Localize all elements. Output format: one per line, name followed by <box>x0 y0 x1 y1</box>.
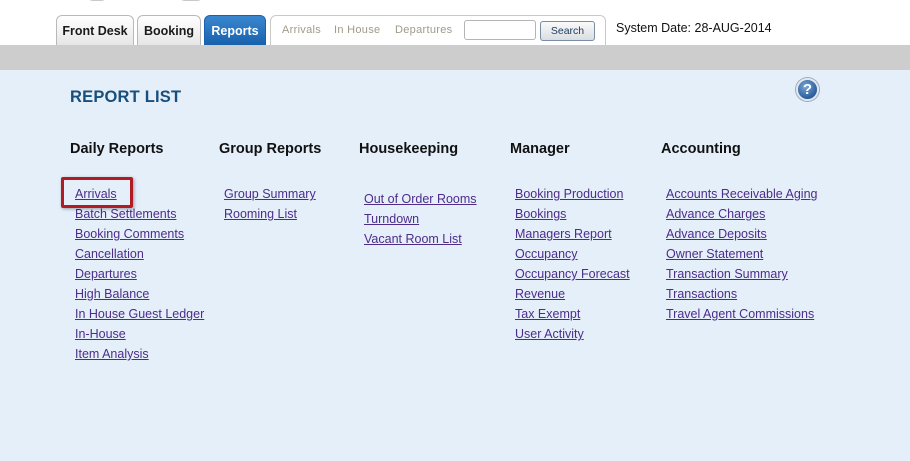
system-date: System Date: 28-AUG-2014 <box>616 21 772 35</box>
report-list-panel: REPORT LIST ? Daily Reports Group Report… <box>0 70 910 461</box>
report-link-owner-statement[interactable]: Owner Statement <box>666 247 763 261</box>
quick-link-arrivals[interactable]: Arrivals <box>282 24 321 36</box>
report-link-departures[interactable]: Departures <box>75 267 137 281</box>
report-link-bookings[interactable]: Bookings <box>515 207 566 221</box>
report-link-booking-production[interactable]: Booking Production <box>515 187 623 201</box>
report-link-transactions[interactable]: Transactions <box>666 287 737 301</box>
report-link-advance-deposits[interactable]: Advance Deposits <box>666 227 767 241</box>
report-link-managers-report[interactable]: Managers Report <box>515 227 612 241</box>
tab-booking[interactable]: Booking <box>137 15 201 45</box>
report-link-accounts-receivable-aging[interactable]: Accounts Receivable Aging <box>666 187 817 201</box>
tab-front-desk[interactable]: Front Desk <box>56 15 134 45</box>
report-link-travel-agent-commissions[interactable]: Travel Agent Commissions <box>666 307 814 321</box>
question-circle-icon[interactable]: ? <box>796 78 819 101</box>
report-link-transaction-summary[interactable]: Transaction Summary <box>666 267 788 281</box>
report-link-out-of-order-rooms[interactable]: Out of Order Rooms <box>364 192 477 206</box>
report-link-high-balance[interactable]: High Balance <box>75 287 149 301</box>
column-heading-group-reports: Group Reports <box>219 141 322 157</box>
top-bar: Front Desk Booking Reports Arrivals In H… <box>0 0 910 45</box>
report-link-item-analysis[interactable]: Item Analysis <box>75 347 149 361</box>
quick-search-bar: Arrivals In House Departures Search <box>270 15 606 45</box>
tab-reports[interactable]: Reports <box>204 15 266 45</box>
selected-report-highlight <box>61 177 133 208</box>
report-link-batch-settlements[interactable]: Batch Settlements <box>75 207 176 221</box>
header-divider-band <box>0 45 910 70</box>
column-heading-daily-reports: Daily Reports <box>70 141 164 157</box>
report-link-in-house[interactable]: In-House <box>75 327 126 341</box>
report-link-turndown[interactable]: Turndown <box>364 212 419 226</box>
column-heading-housekeeping: Housekeeping <box>359 141 459 157</box>
report-link-occupancy-forecast[interactable]: Occupancy Forecast <box>515 267 630 281</box>
report-link-advance-charges[interactable]: Advance Charges <box>666 207 765 221</box>
report-link-revenue[interactable]: Revenue <box>515 287 565 301</box>
quick-link-in-house[interactable]: In House <box>334 24 380 36</box>
report-link-booking-comments[interactable]: Booking Comments <box>75 227 184 241</box>
report-link-vacant-room-list[interactable]: Vacant Room List <box>364 232 462 246</box>
report-link-in-house-guest-ledger[interactable]: In House Guest Ledger <box>75 307 204 321</box>
report-link-user-activity[interactable]: User Activity <box>515 327 584 341</box>
column-heading-manager: Manager <box>510 141 570 157</box>
column-heading-accounting: Accounting <box>661 141 741 157</box>
report-link-tax-exempt[interactable]: Tax Exempt <box>515 307 580 321</box>
report-link-occupancy[interactable]: Occupancy <box>515 247 578 261</box>
report-link-rooming-list[interactable]: Rooming List <box>224 207 297 221</box>
logo-fragment <box>86 0 216 2</box>
search-button[interactable]: Search <box>540 21 595 41</box>
report-link-cancellation[interactable]: Cancellation <box>75 247 144 261</box>
report-link-group-summary[interactable]: Group Summary <box>224 187 316 201</box>
search-input[interactable] <box>464 20 536 40</box>
quick-link-departures[interactable]: Departures <box>395 24 452 36</box>
page-title: REPORT LIST <box>70 88 182 106</box>
